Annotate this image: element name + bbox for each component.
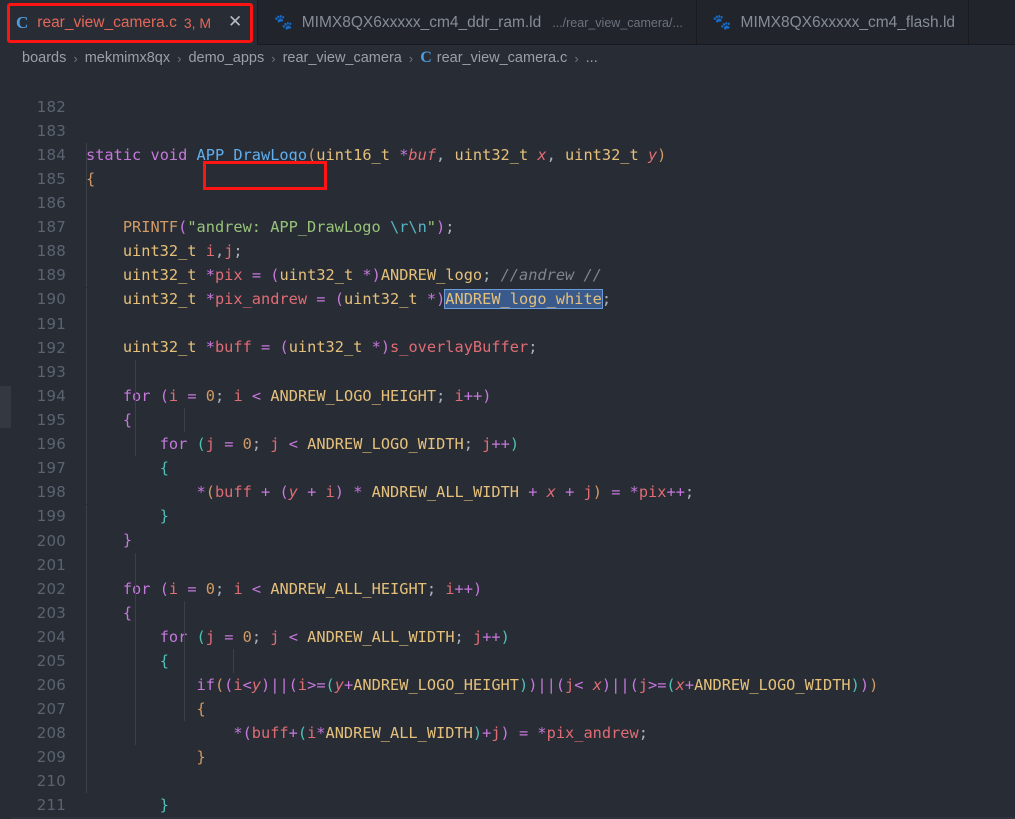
breadcrumb-item-rear-view-camera[interactable]: rear_view_camera	[283, 50, 402, 66]
code-line[interactable]: 206 *(buff+(i*ANDREW_ALL_WIDTH)+j) = *pi…	[0, 649, 1015, 742]
scrollbar-thumb[interactable]	[0, 386, 11, 428]
tab-rear-view-camera-c[interactable]: C rear_view_camera.c 3, M ✕	[0, 0, 259, 45]
chevron-right-icon: ›	[408, 50, 414, 66]
code-line[interactable]: 197 }	[0, 432, 1015, 525]
breadcrumb-item-mekmimx8qx[interactable]: mekmimx8qx	[85, 50, 170, 66]
tab-path-hint: .../rear_view_camera/...	[552, 15, 683, 30]
code-line[interactable]: 203 {	[0, 577, 1015, 670]
close-icon[interactable]: ✕	[226, 14, 244, 31]
code-line[interactable]: 196 *(buff + (y + i) * ANDREW_ALL_WIDTH …	[0, 408, 1015, 501]
code-line[interactable]: 189	[0, 239, 1015, 284]
tab-label: MIMX8QX6xxxxx_cm4_flash.ld	[740, 13, 956, 31]
code-line[interactable]: 183 static void APP_DrawLogo(uint16_t *b…	[0, 95, 1015, 164]
code-line[interactable]: 205 {	[0, 625, 1015, 718]
tab-ddr-ram-ld[interactable]: 🐾 MIMX8QX6xxxxx_cm4_ddr_ram.ld .../rear_…	[258, 0, 697, 45]
chevron-right-icon: ›	[73, 50, 78, 66]
code-editor[interactable]: 182 183 static void APP_DrawLogo(uint16_…	[0, 71, 1015, 819]
c-file-icon: C	[16, 13, 29, 32]
tab-label: rear_view_camera.c	[37, 13, 177, 31]
code-line[interactable]: 211	[0, 769, 1015, 814]
tab-status-badge: 3, M	[183, 14, 212, 31]
breadcrumb-item-boards[interactable]: boards	[22, 50, 66, 66]
code-line[interactable]: 188 uint32_t *pix_andrew = (uint32_t *)A…	[0, 215, 1015, 310]
code-line[interactable]: 191	[0, 288, 1015, 333]
code-line[interactable]: 190 uint32_t *buff = (uint32_t *)s_overl…	[0, 263, 1015, 356]
code-line[interactable]: 199	[0, 480, 1015, 525]
breadcrumb-item-demo-apps[interactable]: demo_apps	[188, 50, 264, 66]
code-line[interactable]: 209 }	[0, 721, 1015, 814]
linker-script-icon: 🐾	[274, 13, 293, 31]
chevron-right-icon: ›	[271, 50, 276, 66]
c-file-icon: C	[420, 49, 432, 66]
code-line[interactable]: 185 PRINTF("andrew: APP_DrawLogo \r\n");	[0, 143, 1015, 236]
code-line[interactable]: 204 if((i<y)||(i>=(y+ANDREW_LOGO_HEIGHT)…	[0, 601, 1015, 694]
tab-label: MIMX8QX6xxxxx_cm4_ddr_ram.ld	[301, 13, 542, 31]
code-line[interactable]: 192 for (i = 0; i < ANDREW_LOGO_HEIGHT; …	[0, 312, 1015, 405]
chevron-right-icon: ›	[574, 50, 579, 66]
code-line[interactable]: 210 }	[0, 745, 1015, 790]
editor-overview-ruler[interactable]	[0, 71, 11, 819]
chevron-right-icon: ›	[177, 50, 182, 66]
code-line[interactable]: 198 }	[0, 456, 1015, 549]
editor-tab-bar: C rear_view_camera.c 3, M ✕ 🐾 MIMX8QX6xx…	[0, 0, 1015, 45]
code-line[interactable]: 193 {	[0, 336, 1015, 429]
linker-script-icon: 🐾	[712, 13, 732, 31]
breadcrumb-item-more[interactable]: ...	[586, 50, 598, 66]
code-line[interactable]: 184 {	[0, 119, 1015, 188]
vscode-window: C rear_view_camera.c 3, M ✕ 🐾 MIMX8QX6xx…	[0, 0, 1015, 819]
code-line[interactable]: 194 for (j = 0; j < ANDREW_LOGO_WIDTH; j…	[0, 360, 1015, 453]
code-line[interactable]: 208	[0, 697, 1015, 742]
breadcrumb: boards › mekmimx8qx › demo_apps › rear_v…	[0, 45, 1015, 71]
code-line[interactable]: 201 {	[0, 529, 1015, 622]
tab-flash-ld[interactable]: 🐾 MIMX8QX6xxxxx_cm4_flash.ld	[697, 0, 970, 45]
code-line[interactable]: 200 for (i = 0; i < ANDREW_ALL_HEIGHT; i…	[0, 505, 1015, 598]
breadcrumb-item-file[interactable]: rear_view_camera.c	[437, 50, 568, 66]
code-line[interactable]: 195 {	[0, 384, 1015, 477]
code-line[interactable]: 202 for (j = 0; j < ANDREW_ALL_WIDTH; j+…	[0, 553, 1015, 646]
code-line[interactable]: 207 }	[0, 673, 1015, 766]
code-line[interactable]: 186 uint32_t i,j;	[0, 167, 1015, 260]
code-line[interactable]: 187 uint32_t *pix = (uint32_t *)ANDREW_l…	[0, 191, 1015, 284]
code-line[interactable]: 212 }	[0, 793, 1015, 817]
code-line[interactable]: 182	[0, 71, 1015, 116]
